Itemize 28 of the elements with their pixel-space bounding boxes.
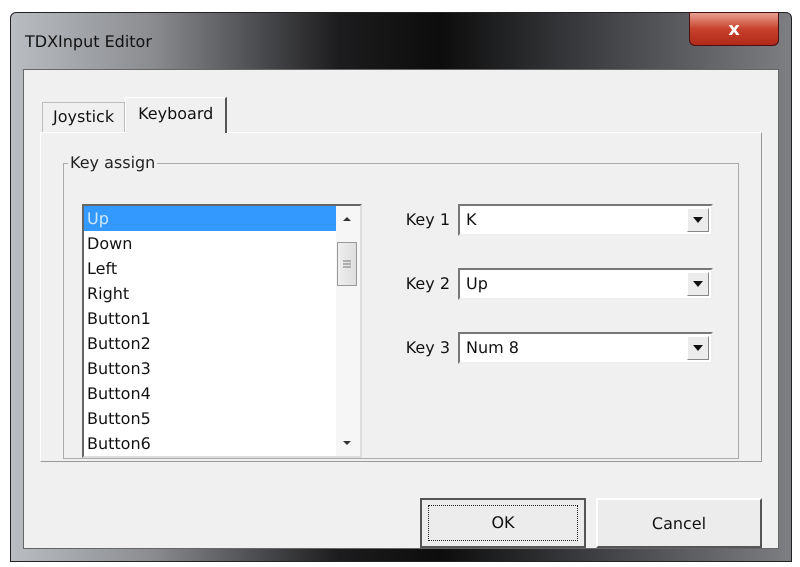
key-label: Key 1: [404, 210, 450, 230]
key-list[interactable]: Up Down Left Right Button1 Button2 Button3 Button4 Button5 Button6: [82, 204, 362, 458]
list-item[interactable]: Button6: [84, 430, 336, 456]
key-label: Key 3: [404, 338, 450, 358]
close-button[interactable]: x: [689, 12, 779, 46]
tab[interactable]: Keyboard: [125, 96, 228, 133]
list-item[interactable]: Down: [84, 230, 336, 256]
key-dropdown[interactable]: K: [458, 204, 713, 236]
list-item[interactable]: Left: [84, 256, 336, 281]
dialog-button[interactable]: OK: [420, 498, 586, 548]
key-label: Key 2: [404, 274, 450, 294]
dropdown-arrow-icon: [693, 344, 703, 351]
dropdown-arrow-icon: [693, 216, 703, 223]
dialog-button[interactable]: Cancel: [596, 498, 762, 548]
list-item[interactable]: Button4: [84, 380, 336, 406]
list-item[interactable]: Button1: [84, 306, 336, 331]
scrollbar[interactable]: [336, 206, 360, 456]
list-item[interactable]: Button2: [84, 330, 336, 356]
tab[interactable]: Joystick: [42, 102, 126, 132]
group-title: Key assign: [68, 152, 158, 172]
dropdown-arrow-icon: [693, 280, 703, 287]
list-item[interactable]: Button5: [84, 406, 336, 431]
scroll-thumb[interactable]: [337, 242, 357, 286]
key-dropdown[interactable]: Num 8: [458, 332, 713, 364]
list-item[interactable]: Button3: [84, 356, 336, 381]
key-dropdown[interactable]: Up: [458, 268, 713, 300]
window-title: TDXInput Editor: [25, 32, 152, 50]
list-item[interactable]: Right: [84, 280, 336, 306]
